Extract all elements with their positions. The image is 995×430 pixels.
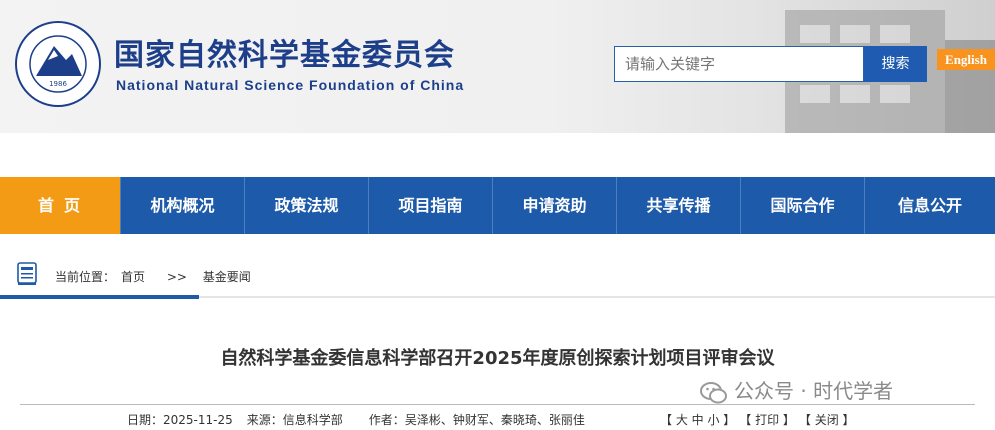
site-name-en[interactable]: National Natural Science Foundation of C…: [116, 77, 464, 93]
english-link[interactable]: English: [937, 49, 995, 70]
breadcrumb-home[interactable]: 首页: [121, 270, 145, 284]
nav-item-international[interactable]: 国际合作: [741, 177, 865, 234]
article-date: 2025-11-25: [163, 413, 233, 427]
article-title: 自然科学基金委信息科学部召开2025年度原创探索计划项目评审会议: [220, 348, 775, 369]
nav-item-policies[interactable]: 政策法规: [245, 177, 369, 234]
author-label: 作者：: [368, 413, 405, 427]
watermark-text: 公众号 · 时代学者: [734, 379, 894, 403]
breadcrumb-separator: >>: [166, 270, 187, 284]
date-label: 日期：: [127, 413, 164, 427]
main-nav: 首页 机构概况 政策法规 项目指南 申请资助 共享传播 国际合作 信息公开: [0, 177, 995, 234]
breadcrumb: 当前位置： 首页 >> 基金要闻: [55, 268, 257, 285]
breadcrumb-prefix: 当前位置：: [55, 270, 116, 284]
nav-item-home[interactable]: 首页: [0, 177, 121, 234]
nav-item-organization[interactable]: 机构概况: [121, 177, 245, 234]
nsfc-logo[interactable]: 1986: [14, 20, 102, 108]
font-size-control[interactable]: 【 大 中 小 】: [660, 413, 735, 427]
article-meta: 日期：2025-11-25 来源：信息科学部 作者：吴泽彬、钟财军、秦晓琦、张丽佳: [127, 411, 585, 428]
close-button[interactable]: 【 关闭 】: [805, 413, 855, 427]
article-authors: 吴泽彬、钟财军、秦晓琦、张丽佳: [404, 413, 585, 427]
site-header: 1986 国家自然科学基金委员会 National Natural Scienc…: [0, 0, 995, 133]
article-tools: 【 大 中 小 】【 打印 】【 关闭 】: [660, 411, 865, 428]
location-icon: [17, 262, 37, 285]
source-label: 来源：: [246, 413, 283, 427]
logo-year: 1986: [49, 80, 67, 88]
nav-item-guide[interactable]: 项目指南: [369, 177, 493, 234]
breadcrumb-current[interactable]: 基金要闻: [203, 270, 251, 284]
print-button[interactable]: 【 打印 】: [745, 413, 795, 427]
search-button[interactable]: 搜索: [864, 46, 927, 82]
nav-item-sharing[interactable]: 共享传播: [617, 177, 741, 234]
wechat-icon: [700, 381, 727, 403]
watermark: 公众号 · 时代学者: [700, 375, 893, 404]
meta-divider: [20, 404, 975, 405]
nav-item-disclosure[interactable]: 信息公开: [865, 177, 995, 234]
site-name-cn[interactable]: 国家自然科学基金委员会: [114, 30, 455, 74]
article-source: 信息科学部: [282, 413, 343, 427]
nav-item-funding[interactable]: 申请资助: [493, 177, 617, 234]
breadcrumb-accent-bar: [0, 295, 199, 299]
search-input[interactable]: [614, 46, 864, 82]
